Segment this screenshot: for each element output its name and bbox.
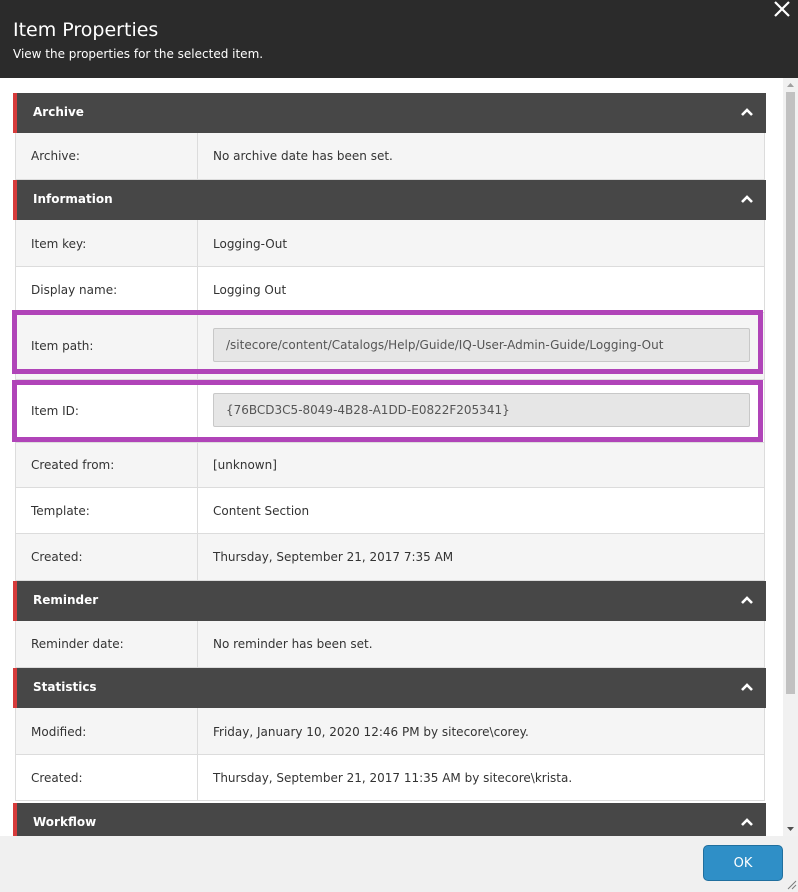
chevron-up-icon xyxy=(741,683,753,691)
property-value: Content Section xyxy=(213,504,310,518)
section-title: Information xyxy=(33,192,113,206)
property-value: Thursday, September 21, 2017 11:35 AM by… xyxy=(213,771,573,785)
section-title: Archive xyxy=(33,105,84,119)
property-value: Logging Out xyxy=(213,283,287,297)
section-header-archive[interactable]: Archive xyxy=(13,93,766,133)
property-label: Archive: xyxy=(31,149,80,163)
property-row-item-path: Item path: /sitecore/content/Catalogs/He… xyxy=(15,313,765,380)
scroll-up-arrow-icon[interactable] xyxy=(783,78,798,92)
property-row-template: Template: Content Section xyxy=(15,488,765,534)
property-row-created: Created: Thursday, September 21, 2017 7:… xyxy=(15,534,765,581)
properties-panel: Archive Archive: No archive date has bee… xyxy=(0,78,798,836)
property-row-display-name: Display name: Logging Out xyxy=(15,267,765,313)
property-label: Modified: xyxy=(31,725,87,739)
dialog-footer: OK xyxy=(0,836,798,892)
scroll-down-arrow-icon[interactable] xyxy=(783,822,798,836)
item-path-field[interactable]: /sitecore/content/Catalogs/Help/Guide/IQ… xyxy=(213,328,750,362)
chevron-up-icon xyxy=(741,818,753,826)
property-row-modified: Modified: Friday, January 10, 2020 12:46… xyxy=(15,708,765,755)
property-row-statistics-created: Created: Thursday, September 21, 2017 11… xyxy=(15,755,765,801)
property-label: Created from: xyxy=(31,458,115,472)
property-label: Created: xyxy=(31,550,83,564)
property-label: Created: xyxy=(31,771,83,785)
section-header-workflow[interactable]: Workflow xyxy=(13,803,766,836)
resize-grip-icon[interactable] xyxy=(785,878,797,890)
section-header-reminder[interactable]: Reminder xyxy=(13,581,766,621)
dialog-subtitle: View the properties for the selected ite… xyxy=(13,47,264,61)
ok-button[interactable]: OK xyxy=(703,845,783,881)
property-row-reminder-date: Reminder date: No reminder has been set. xyxy=(15,621,765,668)
property-row-created-from: Created from: [unknown] xyxy=(15,443,765,488)
property-row-item-key: Item key: Logging-Out xyxy=(15,220,765,267)
dialog-header: Item Properties View the properties for … xyxy=(0,0,798,78)
property-row-archive: Archive: No archive date has been set. xyxy=(15,133,765,180)
scrollbar-thumb[interactable] xyxy=(786,92,795,694)
property-value: Friday, January 10, 2020 12:46 PM by sit… xyxy=(213,725,529,739)
dialog-title: Item Properties xyxy=(13,19,159,41)
item-id-field[interactable]: {76BCD3C5-8049-4B28-A1DD-E0822F205341} xyxy=(213,393,750,427)
property-row-item-id: Item ID: {76BCD3C5-8049-4B28-A1DD-E0822F… xyxy=(15,380,765,443)
chevron-up-icon xyxy=(741,596,753,604)
section-header-statistics[interactable]: Statistics xyxy=(13,668,766,708)
property-value: [unknown] xyxy=(213,458,277,472)
close-icon[interactable] xyxy=(772,0,792,20)
chevron-up-icon xyxy=(741,108,753,116)
property-value: Thursday, September 21, 2017 7:35 AM xyxy=(213,550,454,564)
property-value: No reminder has been set. xyxy=(213,637,373,651)
section-title: Reminder xyxy=(33,593,99,607)
section-title: Workflow xyxy=(33,815,97,829)
property-value: Logging-Out xyxy=(213,237,288,251)
property-label: Item key: xyxy=(31,237,87,251)
property-label: Reminder date: xyxy=(31,637,124,651)
property-label: Item path: xyxy=(31,339,94,353)
property-label: Item ID: xyxy=(31,404,79,418)
property-label: Template: xyxy=(31,504,90,518)
section-header-information[interactable]: Information xyxy=(13,180,766,220)
vertical-scrollbar[interactable] xyxy=(783,78,798,836)
property-label: Display name: xyxy=(31,283,118,297)
chevron-up-icon xyxy=(741,195,753,203)
section-title: Statistics xyxy=(33,680,97,694)
property-value: No archive date has been set. xyxy=(213,149,393,163)
